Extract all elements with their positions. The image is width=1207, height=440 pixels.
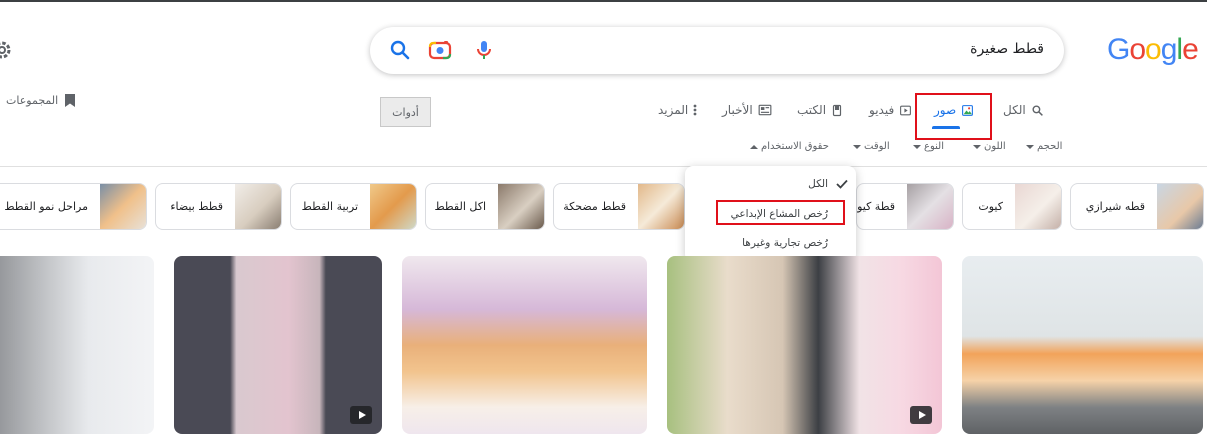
search-box[interactable]: قطط صغيرة: [370, 27, 1064, 74]
chip-thumbnail: [1015, 184, 1061, 229]
menu-item-all[interactable]: الكل: [808, 178, 828, 190]
chip-thumbnail: [498, 184, 544, 229]
chip-label: مراحل نمو القطط: [4, 200, 88, 213]
related-chip[interactable]: قطة كيوت: [856, 183, 954, 230]
image-result[interactable]: [0, 256, 154, 434]
more-vert-icon: [693, 104, 697, 116]
tab-all[interactable]: الكل: [1003, 103, 1044, 117]
tools-button[interactable]: أدوات: [380, 97, 431, 127]
caret-down-icon: [1026, 144, 1034, 149]
newspaper-icon: [758, 104, 772, 116]
filter-usage-rights-label: حقوق الاستخدام: [761, 141, 829, 152]
image-result[interactable]: [667, 256, 942, 434]
chip-label: اكل القطط: [434, 200, 486, 213]
tab-videos-label: فيديو: [869, 103, 895, 117]
filter-color-label: اللون: [984, 141, 1006, 152]
filter-size-label: الحجم: [1037, 141, 1063, 152]
bookmark-icon: [65, 94, 76, 107]
image-thumbnail: [0, 256, 154, 434]
related-chip[interactable]: قطه شيرازي: [1070, 183, 1204, 230]
related-chip[interactable]: اكل القطط: [425, 183, 545, 230]
related-chip[interactable]: مراحل نمو القطط: [0, 183, 147, 230]
book-icon: [832, 104, 842, 116]
header-divider: [0, 166, 1207, 167]
top-border: [0, 0, 1207, 2]
menu-item-commercial[interactable]: رُخص تجارية وغيرها: [742, 237, 828, 249]
chip-label: قطط مضحكة: [563, 200, 626, 213]
play-video-icon: [350, 406, 372, 424]
filter-size[interactable]: الحجم: [1026, 141, 1062, 152]
chip-label: قطة كيوت: [857, 200, 895, 213]
image-thumbnail: [667, 256, 942, 434]
tab-videos[interactable]: فيديو: [869, 103, 912, 117]
search-icon: [1032, 104, 1043, 116]
caret-down-icon: [973, 144, 981, 149]
tab-all-label: الكل: [1003, 103, 1026, 117]
chip-thumbnail: [1157, 184, 1203, 229]
filter-time[interactable]: الوقت: [853, 141, 890, 152]
chip-label: تربية القطط: [301, 200, 358, 213]
tab-more[interactable]: المزيد: [658, 103, 697, 117]
image-result[interactable]: [174, 256, 382, 434]
microphone-icon[interactable]: [472, 38, 496, 62]
caret-down-icon: [853, 144, 861, 149]
related-chip[interactable]: قطط بيضاء: [155, 183, 282, 230]
chip-thumbnail: [638, 184, 684, 229]
play-video-icon: [910, 406, 932, 424]
chip-thumbnail: [235, 184, 281, 229]
logo-letter: e: [1182, 33, 1199, 66]
chip-label: قطط بيضاء: [170, 200, 223, 213]
logo-letter: g: [1160, 33, 1178, 66]
filter-type[interactable]: النوع: [913, 141, 944, 152]
gear-icon[interactable]: [0, 38, 14, 62]
image-thumbnail: [962, 256, 1203, 434]
logo-letter: G: [1107, 33, 1130, 66]
tab-books-label: الكتب: [797, 103, 827, 117]
collections-link[interactable]: المجموعات: [6, 93, 76, 108]
chip-label: قطه شيرازي: [1085, 200, 1145, 213]
tab-news[interactable]: الأخبار: [722, 103, 772, 117]
filter-type-label: النوع: [924, 141, 944, 152]
collections-label: المجموعات: [6, 94, 59, 107]
highlight-box-images-tab: [915, 93, 992, 140]
image-result[interactable]: [402, 256, 647, 434]
search-input[interactable]: قطط صغيرة: [970, 41, 1044, 57]
image-result[interactable]: [962, 256, 1203, 434]
logo-letter: o: [1129, 33, 1146, 66]
filter-time-label: الوقت: [864, 141, 890, 152]
logo-letter: o: [1145, 33, 1162, 66]
chip-label: كيوت: [978, 200, 1003, 213]
tab-news-label: الأخبار: [722, 103, 753, 117]
check-icon: [836, 179, 848, 189]
play-video-icon: [900, 105, 912, 115]
search-icon[interactable]: [388, 38, 412, 62]
caret-up-icon: [750, 144, 758, 149]
chip-thumbnail: [100, 184, 146, 229]
related-chip[interactable]: تربية القطط: [290, 183, 417, 230]
highlight-box-creative-commons: [716, 200, 845, 225]
filter-color[interactable]: اللون: [973, 141, 1006, 152]
caret-down-icon: [913, 144, 921, 149]
filter-usage-rights[interactable]: حقوق الاستخدام: [750, 141, 829, 152]
camera-lens-icon[interactable]: [428, 38, 452, 62]
chip-thumbnail: [370, 184, 416, 229]
tab-more-label: المزيد: [658, 103, 689, 117]
image-thumbnail: [402, 256, 647, 434]
related-chip[interactable]: كيوت: [962, 183, 1062, 230]
chip-thumbnail: [907, 184, 953, 229]
related-chip[interactable]: قطط مضحكة: [553, 183, 685, 230]
tab-books[interactable]: الكتب: [797, 103, 843, 117]
google-logo[interactable]: Google: [1107, 33, 1199, 67]
